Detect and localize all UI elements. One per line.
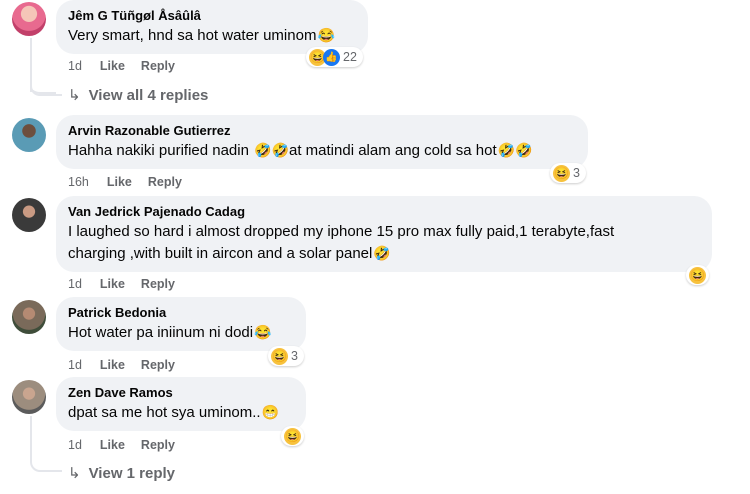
- comment-body: charging ,with built in aircon and a sol…: [68, 245, 373, 262]
- haha-icon: 😆: [271, 347, 288, 365]
- like-button[interactable]: Like: [100, 59, 125, 73]
- comment-line: I laughed so hard i almost dropped my ip…: [68, 223, 615, 240]
- comment-actions: 1d Like Reply: [68, 59, 191, 73]
- comment-body-continued: at matindi alam ang cold sa hot: [289, 142, 497, 159]
- reply-button[interactable]: Reply: [141, 438, 175, 452]
- comment-author[interactable]: Zen Dave Ramos: [68, 385, 294, 401]
- thread-curve: [30, 416, 62, 472]
- view-replies-label: View 1 reply: [88, 465, 176, 482]
- laughing-emoji-icon: 😂: [254, 324, 272, 340]
- comment-bubble: Zen Dave Ramos dpat sa me hot sya uminom…: [56, 377, 306, 431]
- comment-actions: 1d Like Reply: [68, 358, 191, 372]
- haha-icon: 😆: [553, 164, 570, 182]
- comment-time[interactable]: 1d: [68, 358, 82, 372]
- comment-author[interactable]: Van Jedrick Pajenado Cadag: [68, 204, 700, 220]
- comment-body: Hahha nakiki purified nadin: [68, 142, 254, 159]
- reaction-summary[interactable]: 😆 👍 22: [306, 47, 363, 67]
- reply-button[interactable]: Reply: [141, 277, 175, 291]
- reply-button[interactable]: Reply: [141, 358, 175, 372]
- comment-time[interactable]: 1d: [68, 59, 82, 73]
- comment-body: Hot water pa iniinum ni dodi: [68, 324, 254, 341]
- reaction-summary[interactable]: 😆 3: [550, 163, 586, 183]
- comment-bubble: Van Jedrick Pajenado Cadag I laughed so …: [56, 196, 712, 272]
- comment-actions: 1d Like Reply: [68, 277, 191, 291]
- comment-actions: 1d Like Reply: [68, 438, 191, 452]
- comment-text: I laughed so hard i almost dropped my ip…: [68, 221, 700, 265]
- comment-line-2: charging ,with built in aircon and a sol…: [68, 243, 700, 265]
- reaction-count: 3: [573, 166, 580, 180]
- grinning-emoji-icon: 😁: [261, 404, 280, 420]
- like-button[interactable]: Like: [107, 175, 132, 189]
- comment-bubble: Patrick Bedonia Hot water pa iniinum ni …: [56, 297, 306, 351]
- avatar[interactable]: [12, 118, 46, 152]
- comment-actions: 16h Like Reply: [68, 175, 198, 189]
- view-replies-label: View all 4 replies: [88, 87, 209, 104]
- reply-arrow-icon: ↳: [68, 465, 81, 482]
- view-all-replies-link[interactable]: ↳ View all 4 replies: [68, 86, 208, 104]
- comment-author[interactable]: Arvin Razonable Gutierrez: [68, 123, 576, 139]
- rofl-emoji-icon: 🤣🤣: [254, 142, 289, 158]
- avatar[interactable]: [12, 198, 46, 232]
- avatar[interactable]: [12, 2, 46, 36]
- like-button[interactable]: Like: [100, 358, 125, 372]
- rofl-emoji-icon: 🤣: [373, 245, 391, 261]
- reply-button[interactable]: Reply: [148, 175, 182, 189]
- view-one-reply-link[interactable]: ↳ View 1 reply: [68, 464, 175, 482]
- haha-icon: 😆: [689, 266, 706, 284]
- comment-body: dpat sa me hot sya uminom..: [68, 404, 261, 421]
- laughing-emoji-icon: 😂: [317, 27, 335, 43]
- like-button[interactable]: Like: [100, 277, 125, 291]
- comment-time[interactable]: 1d: [68, 277, 82, 291]
- comment-bubble: Jêm G Tüñgøl Åsâûlâ Very smart, hnd sa h…: [56, 0, 368, 54]
- reaction-count: 22: [343, 50, 357, 64]
- comment-text: dpat sa me hot sya uminom..😁: [68, 402, 294, 424]
- thread-curve: [30, 50, 62, 96]
- comment-text: Hahha nakiki purified nadin 🤣🤣at matindi…: [68, 140, 576, 162]
- reaction-summary[interactable]: 😆: [281, 426, 304, 446]
- comment-time[interactable]: 1d: [68, 438, 82, 452]
- comment-author[interactable]: Patrick Bedonia: [68, 305, 294, 321]
- avatar[interactable]: [12, 380, 46, 414]
- comment-bubble: Arvin Razonable Gutierrez Hahha nakiki p…: [56, 115, 588, 169]
- like-icon: 👍: [323, 48, 340, 66]
- reaction-summary[interactable]: 😆: [686, 265, 709, 285]
- rofl-emoji-icon: 🤣🤣: [497, 142, 533, 158]
- reply-button[interactable]: Reply: [141, 59, 175, 73]
- like-button[interactable]: Like: [100, 438, 125, 452]
- reaction-summary[interactable]: 😆 3: [268, 346, 304, 366]
- haha-icon: 😆: [284, 427, 301, 445]
- comment-author[interactable]: Jêm G Tüñgøl Åsâûlâ: [68, 8, 356, 24]
- comment-time[interactable]: 16h: [68, 175, 89, 189]
- comment-text: Very smart, hnd sa hot water uminom😂: [68, 25, 356, 47]
- reaction-count: 3: [291, 349, 298, 363]
- comment-body: Very smart, hnd sa hot water uminom: [68, 27, 317, 44]
- reply-arrow-icon: ↳: [68, 87, 81, 104]
- comment-text: Hot water pa iniinum ni dodi😂: [68, 322, 294, 344]
- avatar[interactable]: [12, 300, 46, 334]
